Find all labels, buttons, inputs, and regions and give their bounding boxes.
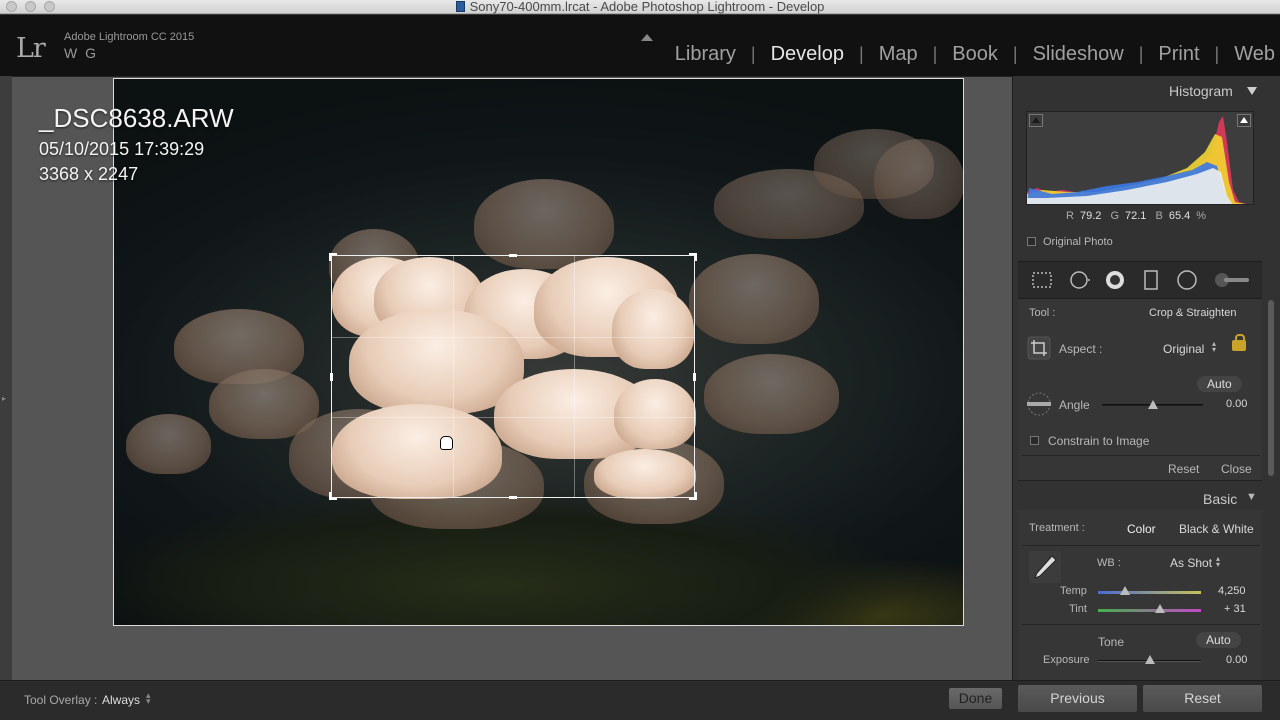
basic-panel-title[interactable]: Basic	[1203, 491, 1237, 507]
wb-select[interactable]: As Shot	[1170, 556, 1212, 570]
crop-grid-line	[574, 256, 575, 497]
aspect-label: Aspect :	[1059, 342, 1103, 356]
hand-cursor-icon	[440, 436, 453, 450]
window-title-bar: Sony70-400mm.lrcat - Adobe Photoshop Lig…	[0, 0, 1280, 14]
module-bar: Lr Adobe Lightroom CC 2015 W G Library | …	[0, 15, 1280, 76]
crop-close-button[interactable]: Close	[1221, 462, 1252, 476]
aspect-stepper-icon[interactable]: ▴ ▾	[1212, 340, 1216, 354]
exposure-label: Exposure	[1043, 654, 1090, 666]
window-title: Sony70-400mm.lrcat - Adobe Photoshop Lig…	[0, 0, 1280, 14]
histogram-title[interactable]: Histogram	[1169, 83, 1233, 99]
collapse-top-panel-icon[interactable]	[641, 34, 653, 41]
basic-panel-menu-icon[interactable]: ▼	[1246, 491, 1257, 503]
module-library[interactable]: Library	[660, 43, 751, 66]
tool-overlay-select[interactable]: Always	[102, 693, 140, 707]
graduated-filter-icon[interactable]	[1140, 270, 1162, 290]
temp-value[interactable]: 4,250	[1218, 585, 1246, 597]
treatment-bw-button[interactable]: Black & White	[1179, 522, 1254, 536]
tint-slider-thumb[interactable]	[1154, 604, 1165, 613]
tool-overlay-label: Tool Overlay :	[24, 693, 98, 707]
crop-handle-top-right[interactable]	[689, 253, 697, 261]
crop-grid-line	[332, 417, 694, 418]
previous-button[interactable]: Previous	[1018, 685, 1137, 712]
window-title-text: Sony70-400mm.lrcat - Adobe Photoshop Lig…	[469, 0, 825, 14]
shadow-clipping-icon[interactable]	[1029, 114, 1043, 127]
wb-eyedropper-icon[interactable]	[1028, 550, 1062, 584]
lightroom-logo: Lr	[16, 33, 46, 64]
radial-filter-icon[interactable]	[1176, 270, 1198, 290]
tint-label: Tint	[1069, 603, 1087, 615]
histogram-collapse-icon[interactable]	[1247, 87, 1257, 95]
crop-handle-top[interactable]	[509, 254, 517, 257]
wb-label: WB :	[1097, 557, 1121, 569]
module-develop[interactable]: Develop	[756, 43, 859, 66]
photo-datetime: 05/10/2015 17:39:29	[39, 139, 205, 159]
red-eye-icon[interactable]	[1104, 270, 1126, 290]
crop-grid-line	[453, 256, 454, 497]
angle-auto-button[interactable]: Auto	[1197, 376, 1242, 392]
rgb-readout: R 79.2 G 72.1 B 65.4%	[1066, 210, 1207, 222]
adjustment-brush-icon[interactable]	[1212, 270, 1252, 290]
tool-label: Tool :	[1029, 307, 1056, 319]
angle-slider-thumb[interactable]	[1147, 400, 1158, 409]
module-map[interactable]: Map	[864, 43, 933, 66]
exposure-slider-thumb[interactable]	[1144, 655, 1155, 664]
crop-grid-line	[332, 337, 694, 338]
exposure-value[interactable]: 0.00	[1226, 654, 1247, 666]
aspect-lock-icon[interactable]	[1232, 334, 1246, 351]
crop-frame[interactable]	[329, 253, 697, 500]
right-panel-scrollbar[interactable]	[1268, 300, 1274, 476]
straighten-tool-icon[interactable]	[1025, 392, 1053, 416]
expand-left-panel-icon[interactable]: ▸	[2, 394, 7, 403]
left-panel-edge[interactable]	[0, 76, 12, 680]
tool-overlay-stepper-icon[interactable]: ▴ ▾	[146, 691, 151, 706]
original-photo-checkbox[interactable]	[1027, 237, 1036, 246]
treatment-color-button[interactable]: Color	[1127, 522, 1156, 536]
photo-filename: _DSC8638.ARW	[39, 103, 234, 133]
toolbar: Tool Overlay : Always ▴ ▾	[0, 680, 1012, 720]
tint-value[interactable]: + 31	[1224, 603, 1246, 615]
temp-label: Temp	[1060, 585, 1087, 597]
crop-handle-top-left[interactable]	[329, 253, 337, 261]
crop-handle-right[interactable]	[693, 373, 696, 381]
crop-handle-left[interactable]	[330, 373, 333, 381]
highlight-clipping-icon[interactable]	[1237, 114, 1251, 127]
tone-auto-button[interactable]: Auto	[1196, 632, 1241, 648]
identity-plate-user: W G	[64, 45, 98, 61]
identity-plate-app: Adobe Lightroom CC 2015	[64, 31, 195, 43]
module-web[interactable]: Web	[1219, 43, 1280, 66]
angle-value[interactable]: 0.00	[1226, 398, 1247, 410]
original-photo-label: Original Photo	[1043, 236, 1113, 248]
tool-value: Crop & Straighten	[1149, 307, 1237, 319]
temp-slider-thumb[interactable]	[1119, 586, 1130, 595]
tone-label: Tone	[1098, 635, 1125, 649]
reset-button[interactable]: Reset	[1143, 685, 1262, 712]
module-print[interactable]: Print	[1143, 43, 1214, 66]
crop-reset-button[interactable]: Reset	[1168, 462, 1199, 476]
treatment-label: Treatment :	[1029, 522, 1085, 534]
module-picker: Library | Develop | Map | Book | Slideshow | …	[660, 43, 1280, 66]
aspect-select[interactable]: Original	[1163, 342, 1204, 356]
spot-removal-icon[interactable]	[1068, 270, 1090, 290]
catalog-file-icon	[455, 1, 465, 12]
temp-slider[interactable]	[1098, 591, 1201, 594]
histogram-graph	[1026, 111, 1254, 205]
done-button[interactable]: Done	[949, 688, 1002, 709]
histogram-curves	[1027, 116, 1247, 204]
photo-dimensions: 3368 x 2247	[39, 164, 139, 184]
tint-slider[interactable]	[1098, 609, 1201, 612]
constrain-to-image-checkbox[interactable]	[1030, 436, 1039, 445]
module-book[interactable]: Book	[937, 43, 1013, 66]
crop-handle-bottom[interactable]	[509, 496, 517, 499]
crop-frame-tool-icon[interactable]	[1027, 336, 1051, 360]
crop-overlay-icon[interactable]	[1031, 270, 1053, 290]
wb-stepper-icon[interactable]: ▴ ▾	[1216, 555, 1220, 569]
constrain-to-image-label: Constrain to Image	[1048, 434, 1150, 448]
angle-label: Angle	[1059, 398, 1090, 412]
crop-handle-bottom-right[interactable]	[689, 492, 697, 500]
crop-handle-bottom-left[interactable]	[329, 492, 337, 500]
module-slideshow[interactable]: Slideshow	[1018, 43, 1139, 66]
